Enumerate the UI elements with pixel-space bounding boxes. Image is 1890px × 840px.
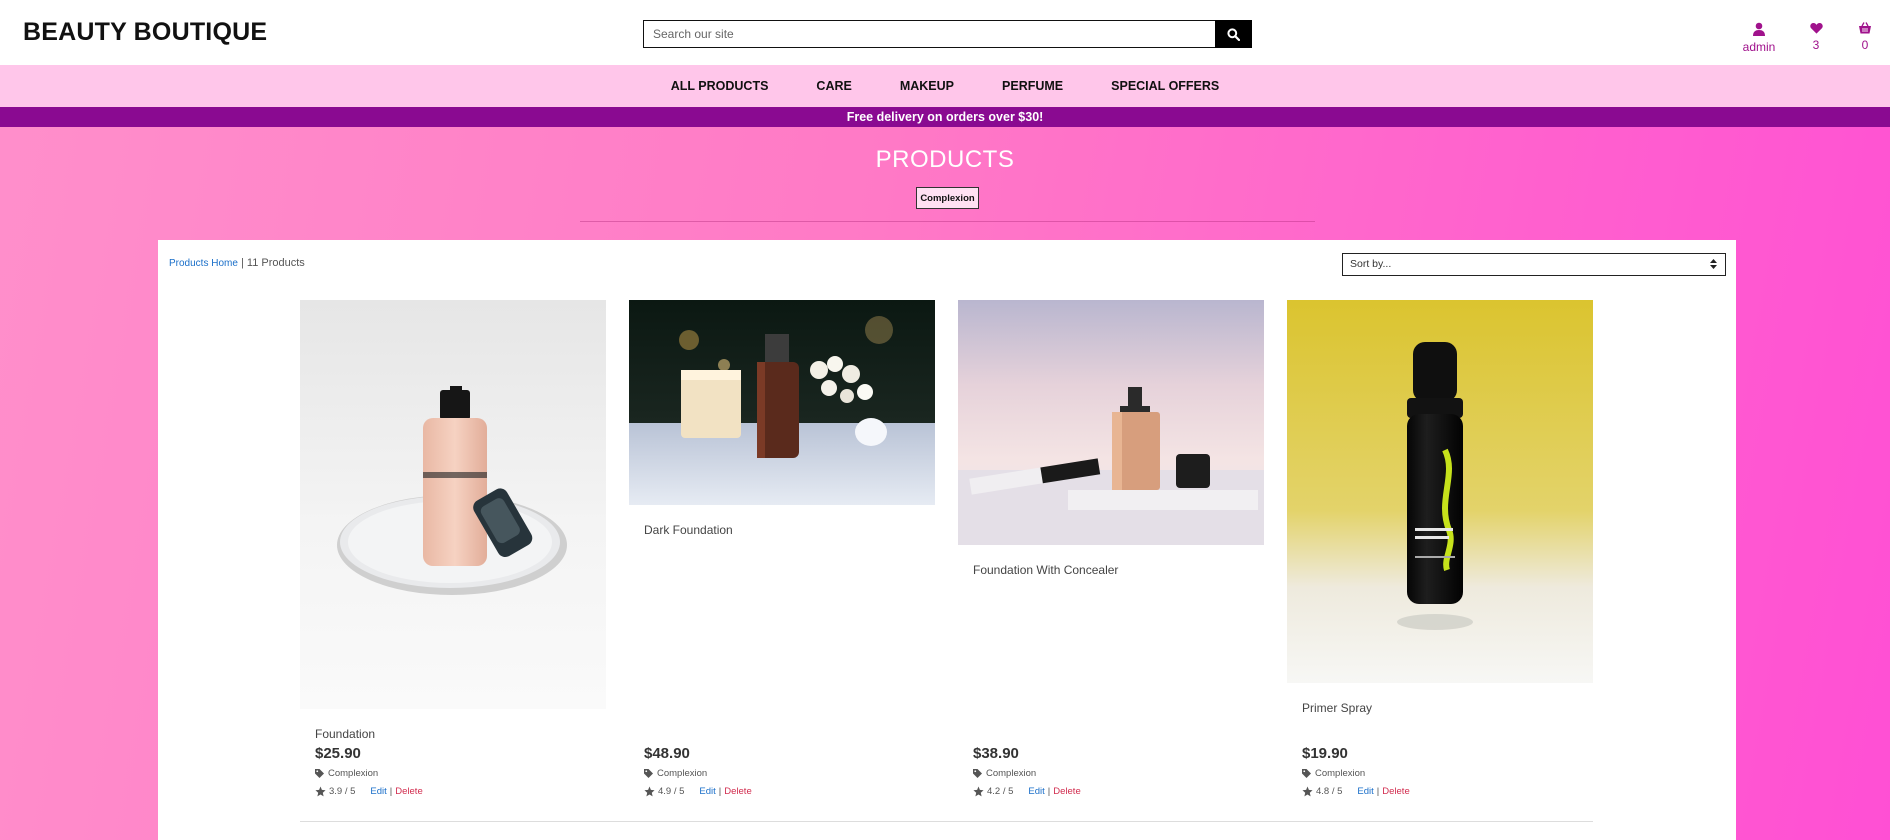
product-category[interactable]: Complexion <box>973 768 1036 779</box>
product-name[interactable]: Foundation <box>315 727 375 741</box>
product-card[interactable]: Primer Spray $19.90 Complexion 4.8 / 5 E… <box>1287 300 1593 820</box>
product-price: $48.90 <box>644 745 690 762</box>
product-category-label: Complexion <box>1315 768 1366 779</box>
product-meta: 4.8 / 5 Edit | Delete <box>1302 786 1410 797</box>
product-image[interactable] <box>629 300 935 505</box>
breadcrumb-separator: | <box>237 257 247 269</box>
nav-all-products[interactable]: ALL PRODUCTS <box>671 79 769 93</box>
star-icon <box>315 786 326 797</box>
main-nav: ALL PRODUCTS CARE MAKEUP PERFUME SPECIAL… <box>0 65 1890 107</box>
nav-makeup[interactable]: MAKEUP <box>900 79 954 93</box>
site-header: BEAUTY BOUTIQUE admin 3 0 <box>0 0 1890 65</box>
product-rating: 4.9 / 5 <box>658 786 685 797</box>
product-image[interactable] <box>958 300 1264 545</box>
tag-icon <box>1302 769 1311 778</box>
edit-delete-separator: | <box>1376 786 1380 797</box>
wishlist-count: 3 <box>1812 38 1820 52</box>
product-meta: 4.9 / 5 Edit | Delete <box>644 786 752 797</box>
product-panel: Products Home | 11 Products Sort by... F… <box>158 240 1736 840</box>
promo-banner: Free delivery on orders over $30! <box>0 107 1890 127</box>
tag-icon <box>973 769 982 778</box>
nav-perfume[interactable]: PERFUME <box>1002 79 1063 93</box>
product-meta: 3.9 / 5 Edit | Delete <box>315 786 423 797</box>
tag-icon <box>315 769 324 778</box>
product-photo-dark-foundation <box>629 300 935 505</box>
product-meta: 4.2 / 5 Edit | Delete <box>973 786 1081 797</box>
cart-link[interactable]: 0 <box>1840 22 1890 52</box>
divider <box>580 221 1315 222</box>
product-count: 11 Products <box>246 257 305 269</box>
product-name[interactable]: Foundation With Concealer <box>973 563 1118 577</box>
wishlist-link[interactable]: 3 <box>1791 22 1841 52</box>
product-category[interactable]: Complexion <box>315 768 378 779</box>
product-price: $25.90 <box>315 745 361 762</box>
sort-select-value: Sort by... <box>1350 258 1392 270</box>
site-logo[interactable]: BEAUTY BOUTIQUE <box>23 18 267 47</box>
product-photo-foundation-concealer <box>958 300 1264 545</box>
edit-delete-separator: | <box>718 786 722 797</box>
row-divider <box>300 821 1593 822</box>
page-title: PRODUCTS <box>875 146 1015 173</box>
product-photo-primer-spray <box>1287 300 1593 683</box>
product-rating: 4.8 / 5 <box>1316 786 1343 797</box>
search-icon <box>1227 27 1240 41</box>
product-image[interactable] <box>1287 300 1593 683</box>
product-category[interactable]: Complexion <box>644 768 707 779</box>
edit-delete-separator: | <box>1047 786 1051 797</box>
delete-link[interactable]: Delete <box>1053 786 1080 797</box>
delete-link[interactable]: Delete <box>1382 786 1409 797</box>
breadcrumb: Products Home | 11 Products <box>169 257 305 269</box>
nav-special-offers[interactable]: SPECIAL OFFERS <box>1111 79 1219 93</box>
delete-link[interactable]: Delete <box>395 786 422 797</box>
sort-caret-icon <box>1710 259 1717 269</box>
edit-link[interactable]: Edit <box>1357 786 1373 797</box>
search-input[interactable] <box>643 20 1215 48</box>
nav-care[interactable]: CARE <box>816 79 851 93</box>
product-name[interactable]: Dark Foundation <box>644 523 733 537</box>
products-home-link[interactable]: Products Home <box>169 258 238 269</box>
sort-select[interactable]: Sort by... <box>1342 253 1726 276</box>
category-filter-badge[interactable]: Complexion <box>916 187 979 209</box>
product-card[interactable]: Dark Foundation $48.90 Complexion 4.9 / … <box>629 300 935 820</box>
account-label: admin <box>1742 40 1776 54</box>
product-card[interactable]: Foundation $25.90 Complexion 3.9 / 5 Edi… <box>300 300 606 820</box>
edit-link[interactable]: Edit <box>699 786 715 797</box>
user-icon <box>1753 22 1765 36</box>
product-image[interactable] <box>300 300 606 709</box>
star-icon <box>644 786 655 797</box>
tag-icon <box>644 769 653 778</box>
edit-link[interactable]: Edit <box>370 786 386 797</box>
delete-link[interactable]: Delete <box>724 786 751 797</box>
product-category-label: Complexion <box>986 768 1037 779</box>
search-bar <box>643 20 1252 48</box>
heart-icon <box>1809 22 1823 34</box>
product-category-label: Complexion <box>657 768 708 779</box>
search-button[interactable] <box>1215 20 1252 48</box>
edit-link[interactable]: Edit <box>1028 786 1044 797</box>
star-icon <box>1302 786 1313 797</box>
edit-delete-separator: | <box>389 786 393 797</box>
product-category-label: Complexion <box>328 768 379 779</box>
product-price: $19.90 <box>1302 745 1348 762</box>
product-price: $38.90 <box>973 745 1019 762</box>
product-rating: 4.2 / 5 <box>987 786 1014 797</box>
product-card[interactable]: Foundation With Concealer $38.90 Complex… <box>958 300 1264 820</box>
product-photo-foundation <box>300 300 606 709</box>
product-rating: 3.9 / 5 <box>329 786 356 797</box>
product-name[interactable]: Primer Spray <box>1302 701 1372 715</box>
basket-icon <box>1859 22 1871 34</box>
star-icon <box>973 786 984 797</box>
account-link[interactable]: admin <box>1734 22 1784 54</box>
cart-count: 0 <box>1861 38 1869 52</box>
product-category[interactable]: Complexion <box>1302 768 1365 779</box>
